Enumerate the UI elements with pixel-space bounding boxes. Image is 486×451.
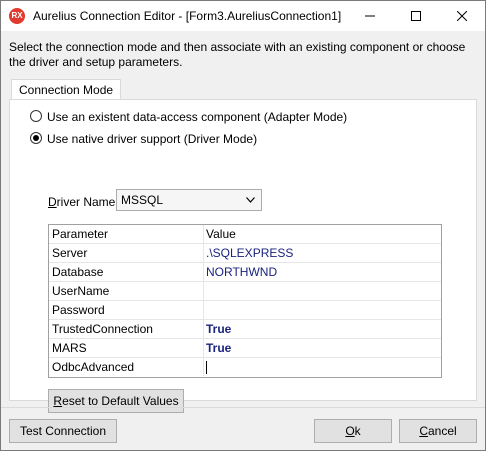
connection-editor-window: RX Aurelius Connection Editor - [Form3.A… — [0, 0, 486, 451]
grid-header: Parameter Value — [49, 225, 441, 244]
footer-divider — [1, 407, 485, 408]
param-name: Password — [52, 303, 105, 317]
minimize-icon — [365, 15, 375, 17]
param-name: TrustedConnection — [52, 322, 153, 336]
close-icon — [457, 11, 467, 21]
tab-control: Connection Mode Use an existent data-acc… — [9, 79, 477, 413]
instructions-text: Select the connection mode and then asso… — [9, 40, 466, 69]
driver-mode-label: Use native driver support (Driver Mode) — [47, 132, 258, 146]
parameters-grid: Parameter Value Server .\SQLEXPRESS Data… — [48, 224, 442, 378]
driver-name-label: Driver Name: — [48, 195, 119, 209]
table-row[interactable]: OdbcAdvanced — [49, 358, 441, 377]
table-row[interactable]: Password — [49, 301, 441, 320]
ok-button[interactable]: Ok — [314, 419, 392, 443]
param-name: Database — [52, 265, 104, 279]
driver-name-value: MSSQL — [121, 193, 164, 207]
radio-circle-selected[interactable] — [30, 132, 42, 144]
param-value[interactable]: True — [203, 320, 442, 338]
header-value: Value — [203, 225, 442, 243]
reset-defaults-button[interactable]: Reset to Default Values — [48, 389, 184, 413]
maximize-button[interactable] — [393, 1, 439, 31]
param-name: Server — [52, 246, 88, 260]
param-value[interactable] — [203, 282, 442, 300]
param-value[interactable] — [203, 301, 442, 319]
param-name: OdbcAdvanced — [52, 360, 135, 374]
param-value-editor[interactable] — [203, 358, 442, 376]
tab-panel-connection-mode: Use an existent data-access component (A… — [9, 99, 477, 413]
param-value[interactable]: True — [203, 339, 442, 357]
param-value[interactable]: .\SQLEXPRESS — [203, 244, 442, 262]
tab-connection-mode[interactable]: Connection Mode — [11, 79, 122, 100]
param-value[interactable]: NORTHWND — [203, 263, 442, 281]
minimize-button[interactable] — [347, 1, 393, 31]
maximize-icon — [411, 11, 421, 21]
adapter-mode-label: Use an existent data-access component (A… — [47, 110, 348, 124]
window-title: Aurelius Connection Editor - [Form3.Aure… — [33, 9, 342, 23]
app-icon: RX — [9, 8, 25, 24]
header-parameter: Parameter — [52, 227, 109, 241]
param-name: UserName — [52, 284, 110, 298]
table-row[interactable]: TrustedConnection True — [49, 320, 441, 339]
param-name: MARS — [52, 341, 87, 355]
test-connection-button[interactable]: Test Connection — [9, 419, 117, 443]
table-row[interactable]: MARS True — [49, 339, 441, 358]
table-row[interactable]: UserName — [49, 282, 441, 301]
table-row[interactable]: Server .\SQLEXPRESS — [49, 244, 441, 263]
driver-name-select[interactable]: MSSQL — [116, 189, 262, 211]
cancel-button[interactable]: Cancel — [399, 419, 477, 443]
close-button[interactable] — [439, 1, 485, 31]
text-caret — [206, 361, 207, 375]
radio-circle[interactable] — [30, 110, 42, 122]
chevron-down-icon — [246, 197, 255, 203]
table-row[interactable]: Database NORTHWND — [49, 263, 441, 282]
title-bar[interactable]: RX Aurelius Connection Editor - [Form3.A… — [1, 1, 485, 31]
